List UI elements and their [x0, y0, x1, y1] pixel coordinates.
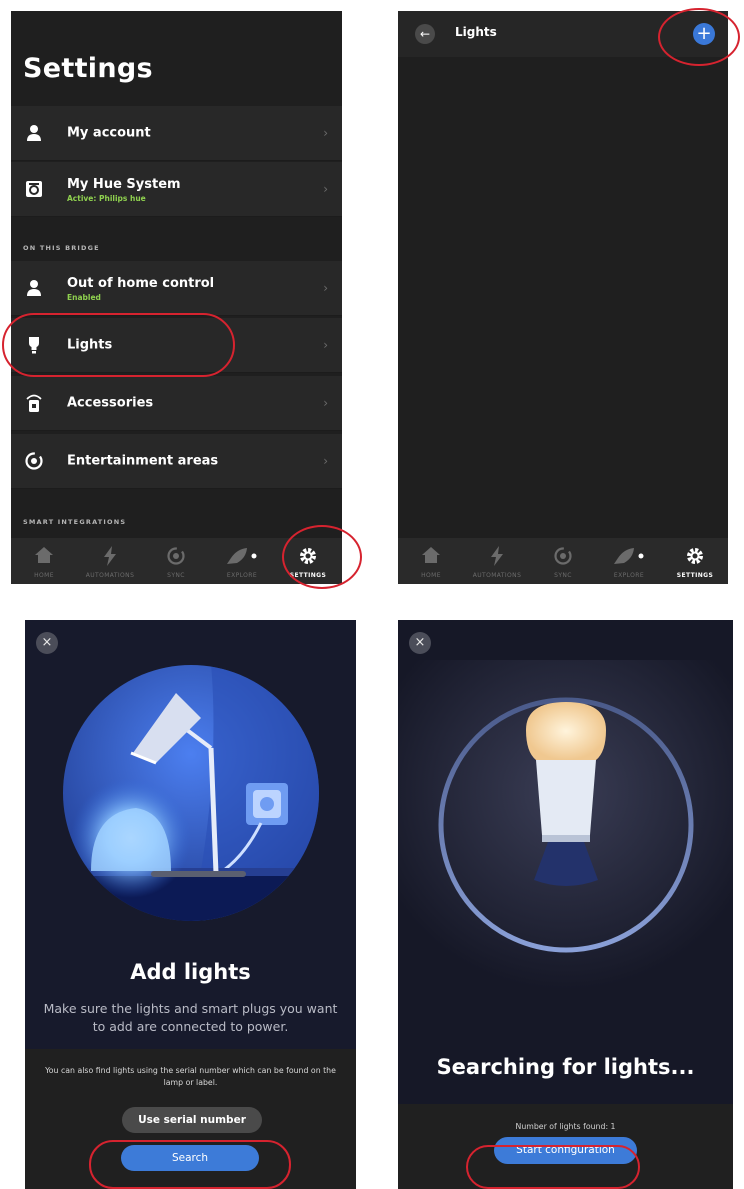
nav-label: SYNC [167, 572, 185, 579]
nav-label: EXPLORE [613, 572, 645, 579]
nav-explore[interactable]: EXPLORE [209, 538, 275, 584]
lightning-icon [491, 546, 503, 566]
highlight-search-annotation [89, 1140, 291, 1189]
nav-label: EXPLORE [226, 572, 258, 579]
settings-item-label: Out of home control [67, 276, 215, 291]
person-icon [27, 125, 41, 141]
lamp-illustration [63, 665, 319, 921]
section-header-bridge: ON THIS BRIDGE [23, 244, 100, 252]
accessory-icon [26, 394, 42, 412]
settings-item-entertainment[interactable]: Entertainment areas › [11, 434, 342, 489]
add-lights-screen: × Add lights Make sure the lights and sm… [25, 620, 356, 1189]
nav-home[interactable]: HOME [398, 538, 464, 584]
home-icon [422, 547, 440, 563]
home-icon [35, 547, 53, 563]
nav-sync[interactable]: SYNC [530, 538, 596, 584]
nav-label: HOME [34, 572, 54, 579]
searching-screen: × Searching for lights... Number of ligh… [398, 620, 733, 1189]
close-button[interactable]: × [36, 632, 58, 654]
serial-hint: You can also find lights using the seria… [45, 1066, 336, 1087]
bridge-icon [26, 181, 42, 197]
person-icon [27, 280, 41, 296]
settings-item-my-account[interactable]: My account › [11, 106, 342, 161]
settings-item-label: Entertainment areas [67, 453, 219, 469]
gear-icon [687, 548, 703, 564]
nav-automations[interactable]: AUTOMATIONS [77, 538, 143, 584]
use-serial-number-button[interactable]: Use serial number [122, 1107, 262, 1133]
settings-item-label: Accessories [67, 395, 154, 411]
nav-settings[interactable]: SETTINGS [662, 538, 728, 584]
nav-sync[interactable]: SYNC [143, 538, 209, 584]
highlight-config-annotation [466, 1145, 640, 1189]
settings-item-label: My Hue System [67, 177, 181, 192]
status-text: Active: Philips hue [67, 194, 146, 203]
nav-label: AUTOMATIONS [85, 572, 135, 579]
nav-label: HOME [421, 572, 441, 579]
chevron-right-icon: › [323, 281, 328, 295]
page-title: Lights [455, 25, 497, 39]
highlight-settings-annotation [282, 525, 362, 589]
bulb-illustration [398, 660, 733, 990]
chevron-right-icon: › [323, 126, 328, 140]
lightning-icon [104, 546, 116, 566]
highlight-lights-annotation [2, 313, 235, 377]
rocket-icon [614, 548, 644, 564]
settings-screen: Settings My account › My Hue System Acti… [11, 11, 342, 584]
nav-label: SYNC [554, 572, 572, 579]
settings-item-label: My account [67, 125, 151, 141]
status-text: Enabled [67, 293, 101, 302]
dialog-title: Searching for lights... [436, 1055, 695, 1079]
nav-label: SETTINGS [676, 572, 714, 579]
lights-found-count: Number of lights found: 1 [515, 1122, 616, 1131]
dialog-description: Make sure the lights and smart plugs you… [43, 1001, 338, 1034]
page-title: Settings [23, 53, 153, 84]
dialog-title: Add lights [130, 960, 251, 984]
nav-home[interactable]: HOME [11, 538, 77, 584]
bottom-nav: HOME AUTOMATIONS SYNC EXPLORE SETTINGS [398, 538, 728, 584]
entertainment-icon [25, 452, 43, 470]
back-button[interactable]: ← [415, 24, 435, 44]
chevron-right-icon: › [323, 338, 328, 352]
settings-item-accessories[interactable]: Accessories › [11, 376, 342, 431]
settings-item-out-of-home[interactable]: Out of home control Enabled › [11, 261, 342, 316]
sync-icon [554, 547, 572, 565]
settings-item-my-hue-system[interactable]: My Hue System Active: Philips hue › [11, 162, 342, 217]
nav-explore[interactable]: EXPLORE [596, 538, 662, 584]
chevron-right-icon: › [323, 454, 328, 468]
chevron-right-icon: › [323, 396, 328, 410]
highlight-add-annotation [658, 8, 740, 66]
nav-label: AUTOMATIONS [472, 572, 522, 579]
close-button[interactable]: × [409, 632, 431, 654]
rocket-icon [227, 548, 257, 564]
chevron-right-icon: › [323, 182, 328, 196]
sync-icon [167, 547, 185, 565]
section-header-integrations: SMART INTEGRATIONS [23, 518, 127, 526]
nav-automations[interactable]: AUTOMATIONS [464, 538, 530, 584]
lights-screen: ← Lights + HOME AUTOMATIONS SYNC EXPLORE… [398, 11, 728, 584]
